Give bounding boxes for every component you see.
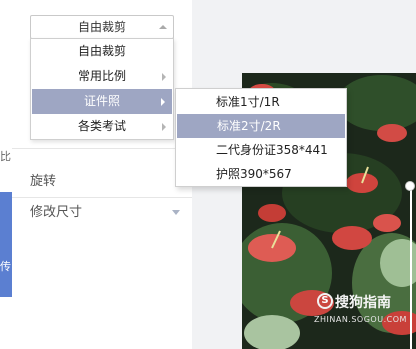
submenu-item-passport[interactable]: 护照390*567 — [176, 162, 346, 186]
menu-item-label: 常用比例 — [77, 69, 126, 83]
caret-up-icon — [159, 25, 167, 29]
chevron-right-icon — [161, 98, 165, 106]
crop-mode-menu: 自由裁剪 常用比例 证件照 各类考试 — [30, 38, 174, 140]
submenu-item-1-inch[interactable]: 标准1寸/1R — [176, 90, 346, 114]
crop-frame-edge[interactable] — [410, 186, 412, 349]
rotate-section[interactable]: 旋转 — [12, 166, 192, 198]
submenu-item-label: 护照390*567 — [216, 167, 292, 181]
chevron-right-icon — [162, 73, 166, 81]
submenu-item-label: 标准2寸/2R — [217, 119, 281, 133]
watermark-brand: 搜狗指南 — [335, 295, 391, 311]
left-toolbar-label: 比 — [0, 150, 11, 163]
left-active-indicator — [0, 192, 12, 297]
chevron-down-icon — [172, 210, 180, 215]
crop-handle[interactable] — [405, 181, 415, 191]
menu-item-id-photo[interactable]: 证件照 — [32, 89, 172, 114]
menu-item-free-crop[interactable]: 自由裁剪 — [31, 39, 173, 64]
submenu-item-label: 二代身份证358*441 — [216, 143, 328, 157]
menu-item-label: 各类考试 — [77, 119, 126, 133]
submenu-item-id-card[interactable]: 二代身份证358*441 — [176, 138, 346, 162]
menu-item-label: 证件照 — [83, 94, 120, 108]
menu-item-common-ratio[interactable]: 常用比例 — [31, 64, 173, 89]
id-photo-submenu: 标准1寸/1R 标准2寸/2R 二代身份证358*441 护照390*567 — [175, 88, 347, 187]
section-divider — [12, 148, 192, 149]
chevron-right-icon — [162, 123, 166, 131]
submenu-item-2-inch[interactable]: 标准2寸/2R — [177, 114, 345, 138]
crop-mode-select-value: 自由裁剪 — [77, 20, 126, 34]
resize-section[interactable]: 修改尺寸 — [12, 197, 192, 229]
resize-section-label: 修改尺寸 — [30, 205, 83, 220]
menu-item-exams[interactable]: 各类考试 — [31, 114, 173, 139]
submenu-item-label: 标准1寸/1R — [216, 95, 280, 109]
watermark-url: ZHINAN.SOGOU.COM — [314, 315, 407, 324]
left-toolbar-label: 传 — [0, 260, 11, 273]
menu-item-label: 自由裁剪 — [77, 44, 126, 58]
sogou-logo-icon: S — [317, 293, 333, 309]
rotate-section-label: 旋转 — [30, 174, 57, 189]
crop-mode-select[interactable]: 自由裁剪 — [30, 15, 174, 39]
